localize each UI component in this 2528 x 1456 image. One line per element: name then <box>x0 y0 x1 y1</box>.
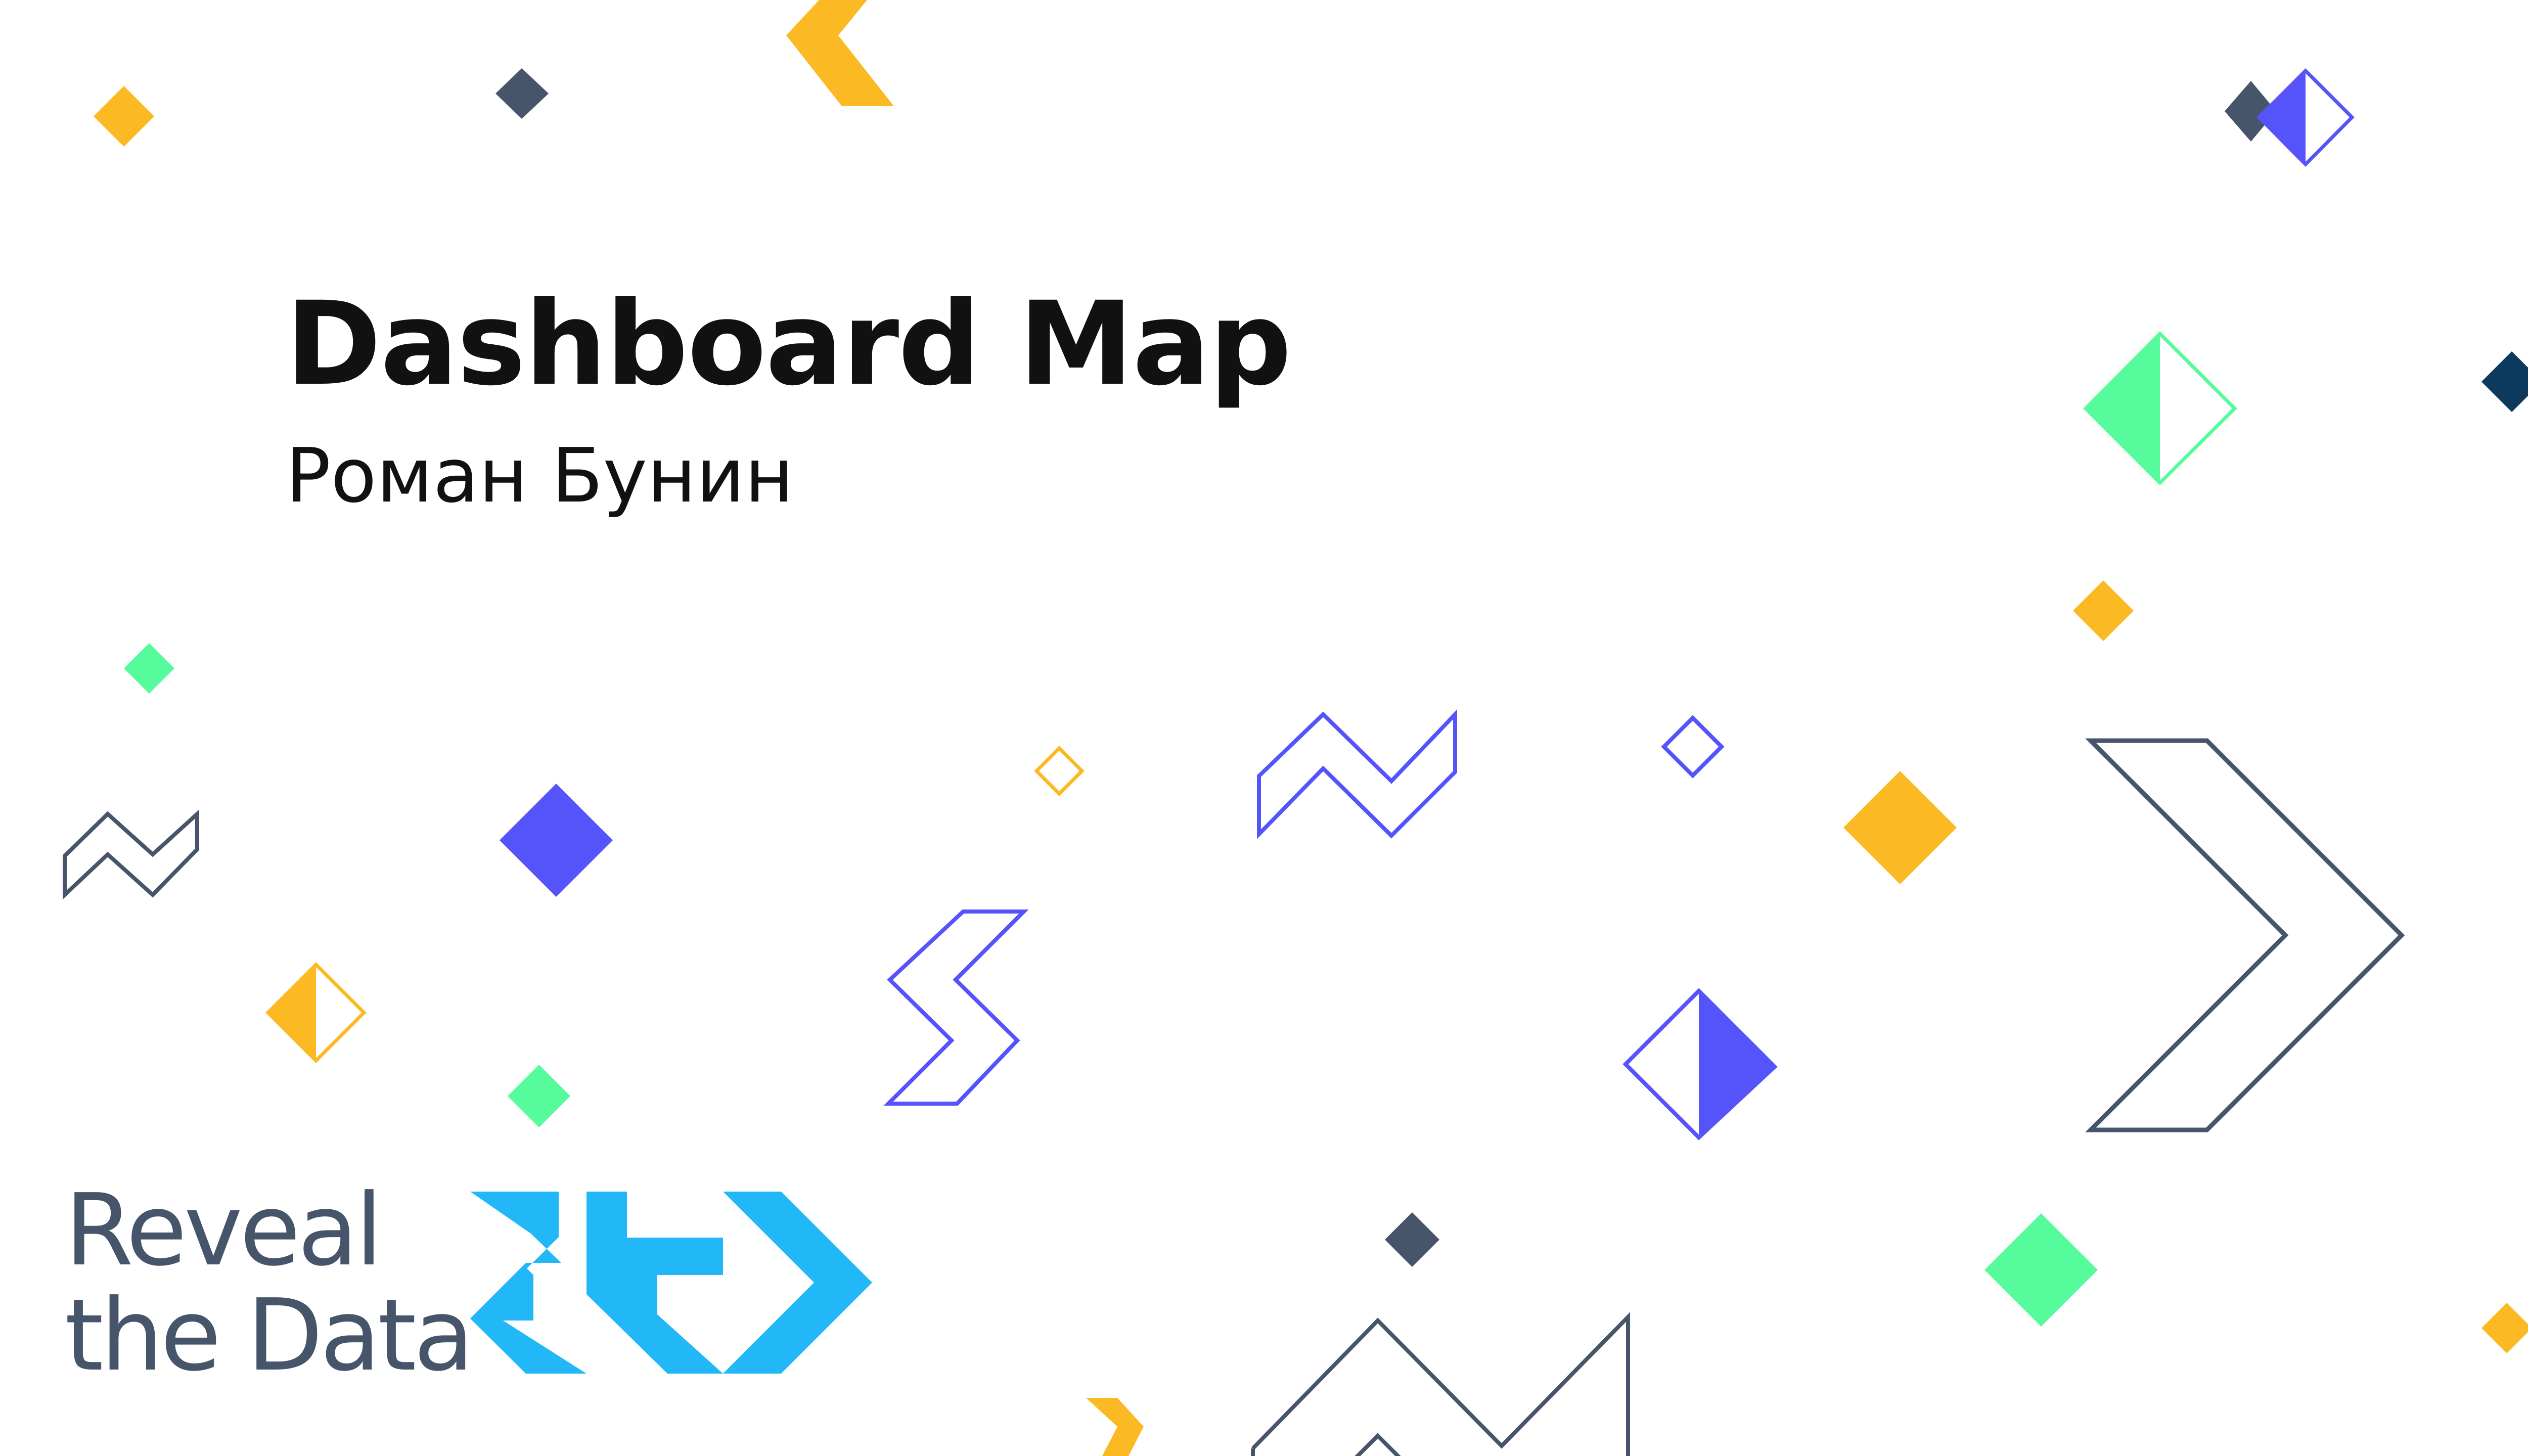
green-diamond-decoration <box>124 643 174 694</box>
yellow-diamond-decoration <box>2073 580 2134 641</box>
yellow-outline-diamond-decoration <box>1034 746 1085 796</box>
yellow-diamond-decoration <box>2481 1303 2528 1353</box>
purple-zigzag-decoration <box>1257 709 1457 839</box>
purple-half-diamond-decoration <box>2259 71 2306 164</box>
green-diamond-decoration <box>1984 1213 2098 1327</box>
title-slide: Dashboard Map Роман Бунин Reveal the Dat… <box>0 0 2528 1456</box>
yellow-half-diamond-decoration <box>268 965 316 1061</box>
slate-chevron-outline-decoration <box>2085 738 2405 1132</box>
navy-diamond-decoration <box>2481 351 2528 412</box>
purple-outline-diamond-decoration <box>1661 715 1725 779</box>
slide-title: Dashboard Map <box>286 277 1292 411</box>
yellow-chevron-decoration <box>1086 1398 1144 1456</box>
reveal-the-data-wordmark: Reveal the Data <box>65 1173 474 1393</box>
purple-half-diamond-decoration <box>1699 991 1775 1138</box>
logo-left-chevron-shape <box>470 1192 586 1374</box>
yellow-chevron-decoration <box>786 0 894 106</box>
slate-diamond-decoration <box>495 68 549 119</box>
purple-s-shape-decoration <box>883 909 1029 1106</box>
green-diamond-decoration <box>508 1065 570 1127</box>
green-half-diamond-decoration <box>2086 334 2160 483</box>
logo-center-t-shape <box>586 1192 723 1374</box>
slate-zigzag-decoration <box>1251 1312 1630 1456</box>
yellow-diamond-decoration <box>1843 771 1957 884</box>
slate-diamond-decoration <box>1385 1212 1439 1267</box>
slate-zigzag-decoration <box>63 809 199 900</box>
yellow-diamond-decoration <box>94 86 154 147</box>
logo-right-chevron-shape <box>723 1192 872 1374</box>
reveal-the-data-logo-mark <box>470 1192 872 1374</box>
purple-diamond-decoration <box>500 784 613 897</box>
logo-line-1: Reveal <box>65 1173 383 1288</box>
logo-line-2: the Data <box>65 1278 474 1393</box>
author-name: Роман Бунин <box>286 432 794 519</box>
